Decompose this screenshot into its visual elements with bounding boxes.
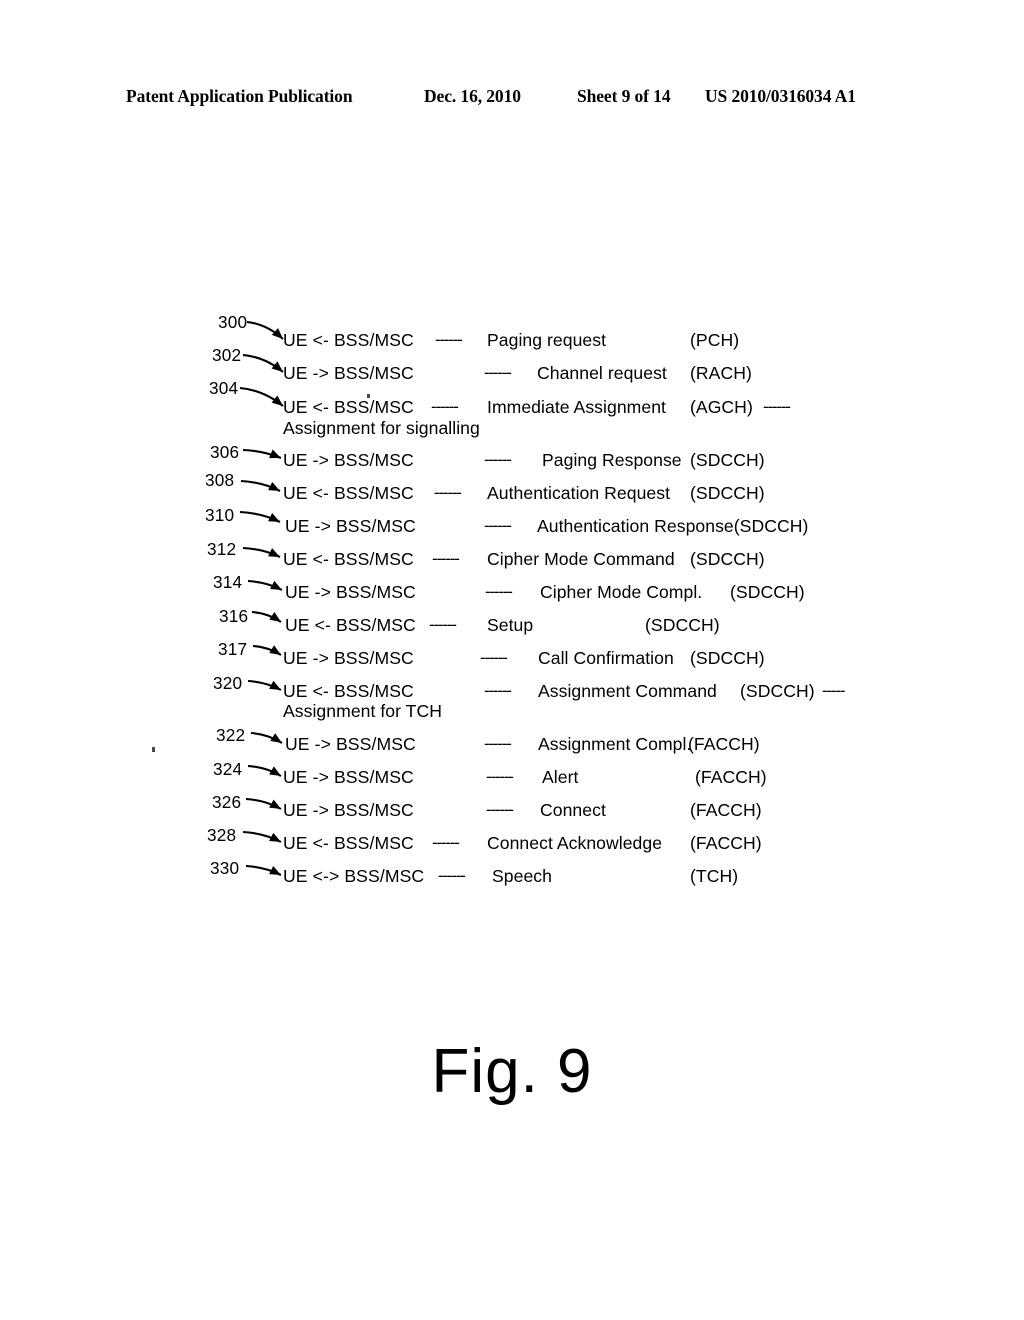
reference-numeral: 312 — [207, 539, 237, 559]
entity-direction-label: UE -> BSS/MSC — [285, 516, 416, 536]
figure-caption: Fig. 9 — [431, 1037, 593, 1106]
leader-arrow-icon — [239, 510, 281, 523]
entity-direction-label: UE -> BSS/MSC — [283, 363, 414, 383]
dash-connector: ------ — [480, 648, 508, 667]
message-sequence-diagram: 300 UE <- BSS/MSC ------ Paging request (PCH… — [0, 0, 1024, 1320]
message-label: Paging Response — [542, 450, 682, 470]
dash-connector: ------ — [434, 483, 462, 502]
channel-label: (SDCCH) — [730, 582, 805, 602]
message-label: Speech — [492, 866, 552, 886]
channel-label: (SDCCH) — [645, 615, 720, 635]
reference-numeral: 328 — [207, 825, 237, 845]
message-label: Alert — [542, 767, 579, 787]
message-label: Authentication Request — [487, 483, 671, 503]
channel-label: (SDCCH) — [690, 450, 765, 470]
entity-direction-label: UE -> BSS/MSC — [283, 450, 414, 470]
message-label: Authentication Response(SDCCH) — [537, 516, 809, 536]
dash-connector: ------ — [485, 582, 513, 601]
channel-label: (SDCCH) — [690, 549, 765, 569]
channel-label: (PCH) — [690, 330, 740, 350]
entity-direction-label: UE <- BSS/MSC — [283, 483, 414, 503]
entity-direction-label: UE -> BSS/MSC — [283, 767, 414, 787]
dash-connector: ------ — [429, 615, 457, 634]
channel-label: (SDCCH) — [690, 483, 765, 503]
message-label: Immediate Assignment — [487, 397, 666, 417]
dash-connector: ------ — [486, 800, 514, 819]
channel-label: (FACCH) — [690, 800, 762, 820]
dash-connector: ------ — [484, 681, 512, 700]
entity-direction-label: UE -> BSS/MSC — [283, 800, 414, 820]
dash-connector: ------ — [431, 397, 459, 416]
dash-connector: ------ — [438, 866, 466, 885]
message-label: Paging request — [487, 330, 607, 350]
message-label: Assignment Command — [538, 681, 717, 701]
channel-label: (FACCH) — [688, 734, 760, 754]
trailing-dash-connector: ------ — [763, 397, 791, 416]
message-label: Connect — [540, 800, 606, 820]
entity-direction-label: UE -> BSS/MSC — [283, 648, 414, 668]
reference-numeral: 330 — [210, 858, 240, 878]
channel-label: (FACCH) — [690, 833, 762, 853]
message-label: Setup — [487, 615, 534, 635]
channel-label: (AGCH) — [690, 397, 753, 417]
channel-label: (SDCCH) — [740, 681, 815, 701]
message-label: Call Confirmation — [538, 648, 674, 668]
reference-numeral: 308 — [205, 470, 235, 490]
channel-label: (FACCH) — [695, 767, 767, 787]
entity-direction-label: UE <- BSS/MSC — [283, 330, 414, 350]
channel-label: (SDCCH) — [690, 648, 765, 668]
dash-connector: ------ — [484, 450, 512, 469]
entity-direction-label: UE <- BSS/MSC — [283, 833, 414, 853]
message-label: Assignment Compl. — [538, 734, 692, 754]
channel-label: (TCH) — [690, 866, 739, 886]
scan-artifact-speck — [152, 747, 155, 752]
dash-connector: ------ — [435, 330, 463, 349]
message-label: Connect Acknowledge — [487, 833, 663, 853]
message-label: Channel request — [537, 363, 667, 383]
message-label: Cipher Mode Compl. — [540, 582, 703, 602]
entity-direction-label: UE -> BSS/MSC — [285, 734, 416, 754]
dash-connector: ------ — [484, 363, 512, 382]
trailing-dash-connector: ----- — [822, 681, 846, 700]
entity-direction-label: UE <- BSS/MSC — [285, 615, 416, 635]
dash-connector: ------ — [432, 833, 460, 852]
entity-direction-label: UE <- BSS/MSC — [283, 549, 414, 569]
dash-connector: ------ — [484, 516, 512, 535]
continuation-label: Assignment for signalling — [283, 418, 480, 438]
entity-direction-label: UE -> BSS/MSC — [285, 582, 416, 602]
dash-connector: ------ — [484, 734, 512, 753]
entity-direction-label: UE <-> BSS/MSC — [283, 866, 425, 886]
dash-connector: ------ — [486, 767, 514, 786]
dash-connector: ------ — [432, 549, 460, 568]
channel-label: (RACH) — [690, 363, 752, 383]
message-label: Cipher Mode Command — [487, 549, 675, 569]
continuation-label: Assignment for TCH — [283, 701, 442, 721]
entity-direction-label: UE <- BSS/MSC — [283, 397, 414, 417]
